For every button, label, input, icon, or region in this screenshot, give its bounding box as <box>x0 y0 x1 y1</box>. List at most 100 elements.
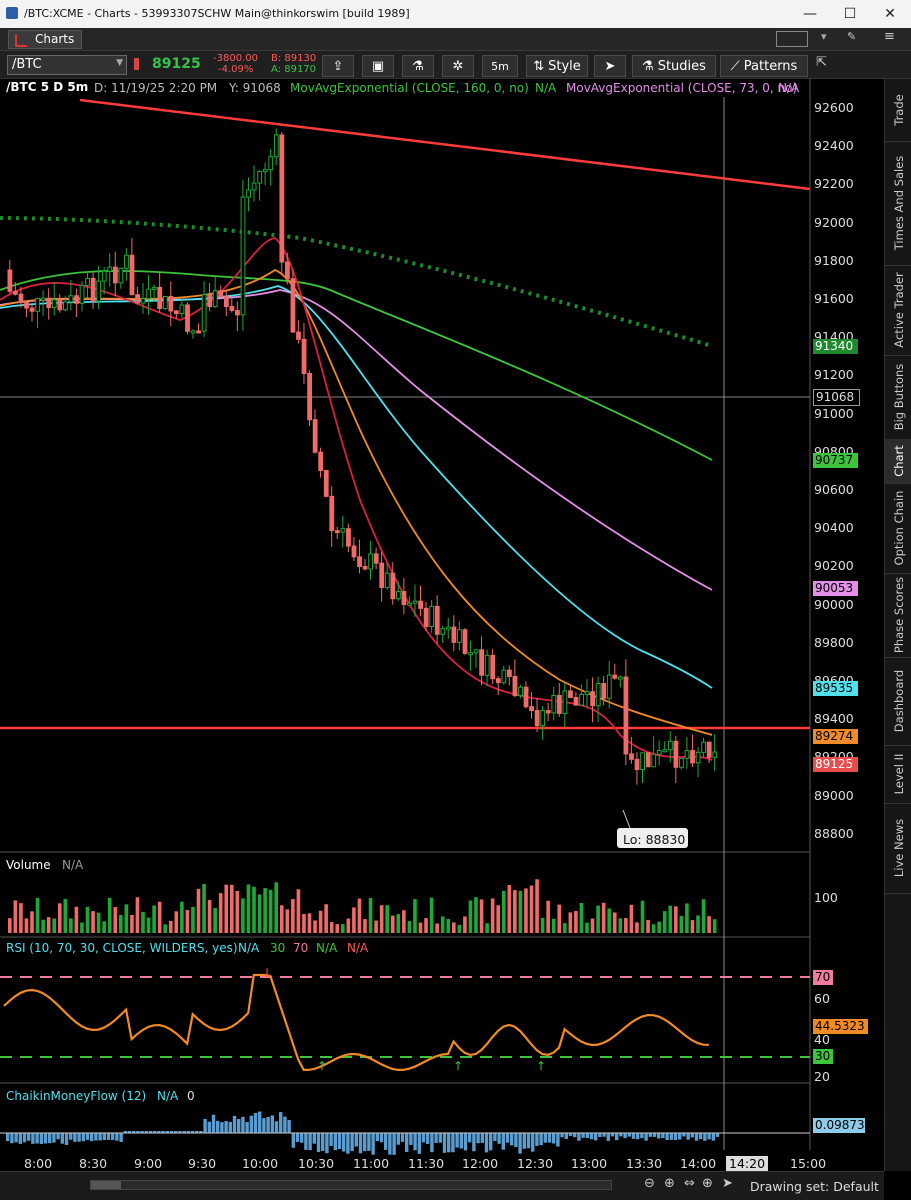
candlesticks <box>7 128 718 785</box>
rsi-label-70: 70 <box>813 970 833 985</box>
volume-bar <box>196 888 201 933</box>
minimize-button[interactable]: — <box>796 4 824 24</box>
maximize-button[interactable]: ☐ <box>836 4 864 24</box>
rsi-line <box>3 973 709 1072</box>
cmf-bar <box>631 1133 636 1139</box>
cmf-bar <box>35 1133 39 1144</box>
volume-bar <box>568 912 573 933</box>
cmf-bar <box>606 1133 610 1141</box>
candle-down <box>223 296 229 307</box>
close-button[interactable]: ✕ <box>876 4 904 24</box>
tab-charts[interactable]: Charts <box>8 30 82 49</box>
cmf-bar <box>106 1133 111 1140</box>
settings-button[interactable]: ✲ <box>442 55 474 77</box>
layout-box[interactable] <box>776 31 808 47</box>
cmf-bar <box>426 1133 430 1144</box>
cmf-bar <box>543 1133 547 1143</box>
volume-bar <box>574 911 578 933</box>
sidebar-tab-big-buttons[interactable]: Big Buttons <box>885 355 911 440</box>
sidebar-tab-phase-scores[interactable]: Phase Scores <box>885 573 911 658</box>
cmf-bar <box>447 1133 451 1153</box>
cmf-bar <box>480 1133 484 1143</box>
sidebar-tab-chart[interactable]: Chart <box>885 439 911 484</box>
sidebar-tab-dashboard[interactable]: Dashboard <box>885 657 911 746</box>
volume-bar <box>313 920 317 933</box>
cursor-icon[interactable]: ➤ <box>722 1176 733 1191</box>
symbol-input[interactable]: /BTC ▼ <box>7 55 127 75</box>
time-axis-tick: 12:00 <box>462 1156 499 1171</box>
volume-bar <box>296 889 301 933</box>
volume-bar <box>657 921 661 933</box>
volume-bar <box>485 923 489 933</box>
crosshair-icon[interactable]: ⊕ <box>702 1176 713 1191</box>
flask-button[interactable]: ⚗ <box>402 55 434 77</box>
cmf-bar <box>69 1133 73 1140</box>
sidebar-tab-option-chain[interactable]: Option Chain <box>885 483 911 574</box>
fit-icon[interactable]: ⇔ <box>684 1176 695 1191</box>
window-title: /BTC:XCME - Charts - 53993307SCHW Main@t… <box>24 7 410 20</box>
sidebar-tab-active-trader[interactable]: Active Trader <box>885 265 911 356</box>
studies-button[interactable]: ⚗ Studies <box>632 55 716 77</box>
cmf-bar <box>56 1133 60 1140</box>
candle-down <box>362 565 368 570</box>
rsi-value: N/A <box>238 941 260 955</box>
sidebar-tab-level-ii[interactable]: Level II <box>885 745 911 804</box>
volume-bar <box>119 914 123 933</box>
volume-bar <box>152 905 156 933</box>
zoom-in-icon[interactable]: ⊕ <box>664 1176 675 1191</box>
patterns-button[interactable]: ⟋ Patterns <box>720 55 808 77</box>
pin-icon[interactable]: ✎ <box>847 30 856 43</box>
volume-bar <box>452 922 456 933</box>
scrollbar-thumb[interactable] <box>91 1181 121 1189</box>
candle-down <box>418 600 424 609</box>
candle-up <box>257 171 263 184</box>
volume-bar <box>324 904 328 933</box>
cmf-bar <box>232 1115 237 1133</box>
candle-up <box>246 189 251 198</box>
sidebar-tab-live-news[interactable]: Live News <box>885 803 911 894</box>
sidebar-tab-trade[interactable]: Trade <box>885 79 911 142</box>
share-button[interactable]: ⇪ <box>322 55 354 77</box>
cursor-button[interactable]: ➤ <box>594 55 626 77</box>
volume-bar <box>696 915 700 933</box>
chart-area[interactable]: ↓ ↑ ↑ ↑ <box>0 79 884 1171</box>
zoom-out-icon[interactable]: ⊖ <box>644 1176 655 1191</box>
volume-bar <box>374 920 378 933</box>
menu-icon[interactable]: ≡ <box>884 29 895 44</box>
cmf-bar <box>253 1112 258 1133</box>
candle-up <box>340 528 346 533</box>
candle-up <box>679 757 684 768</box>
cmf-bar <box>694 1133 699 1141</box>
volume-bar <box>535 879 539 933</box>
candle-up <box>429 605 435 627</box>
volume-bar <box>35 897 40 933</box>
cmf-bar <box>564 1133 568 1139</box>
timeframe-button[interactable]: 5m <box>482 55 518 77</box>
sidebar-tab-times-and-sales[interactable]: Times And Sales <box>885 141 911 266</box>
candle-down <box>290 278 296 333</box>
cmf-bar <box>207 1121 211 1133</box>
snapshot-button[interactable]: ▣ <box>362 55 394 77</box>
candle-down <box>185 304 190 332</box>
layout-menu-icon[interactable]: ▾ <box>821 30 827 43</box>
cmf-bar <box>657 1133 661 1139</box>
time-axis-tick: 12:30 <box>517 1156 554 1171</box>
volume-bar <box>318 910 323 933</box>
volume-bar <box>413 899 417 933</box>
volume-bar <box>24 918 29 933</box>
cmf-bar <box>594 1133 598 1141</box>
volume-bar <box>241 898 245 933</box>
candle-down <box>401 591 407 606</box>
style-label: Style <box>548 58 581 74</box>
cmf-bar <box>539 1133 543 1146</box>
collapse-icon[interactable]: ⇱ <box>816 55 827 70</box>
drawing-set-label[interactable]: Drawing set: Default <box>750 1179 879 1194</box>
style-button[interactable]: ⇅ Style <box>526 55 588 77</box>
candle-down <box>112 266 118 284</box>
cmf-bar <box>707 1133 711 1140</box>
volume-bar <box>424 918 428 933</box>
horizontal-scrollbar[interactable] <box>90 1180 612 1190</box>
cmf-bar <box>321 1133 325 1151</box>
status-bar: ⊖ ⊕ ⇔ ⊕ ➤ Drawing set: Default <box>0 1171 884 1200</box>
volume-bar <box>557 904 562 933</box>
